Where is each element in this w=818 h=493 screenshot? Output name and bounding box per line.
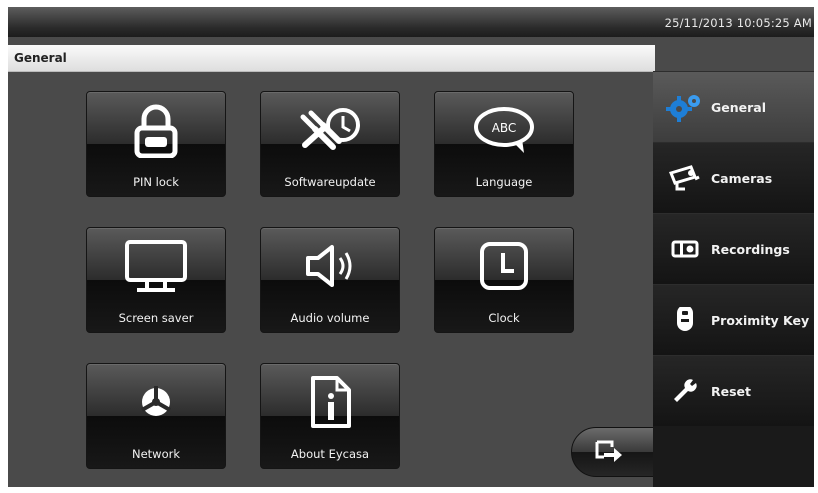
tile-clock[interactable]: Clock	[434, 227, 574, 333]
sidebar-item-reset[interactable]: Reset	[653, 355, 814, 426]
tile-software-update[interactable]: Softwareupdate	[260, 91, 400, 197]
tile-label: Softwareupdate	[284, 175, 376, 189]
sidebar-item-label: General	[711, 99, 766, 115]
tile-language[interactable]: ABC Language	[434, 91, 574, 197]
tile-label: Network	[131, 447, 181, 461]
clock-icon	[480, 242, 528, 290]
tile-label: Language	[475, 175, 533, 189]
camera-icon	[669, 165, 700, 191]
sidebar-item-label: Proximity Key	[711, 312, 810, 328]
tile-label: PIN lock	[133, 175, 179, 189]
sidebar-item-cameras[interactable]: Cameras	[653, 142, 814, 213]
gears-icon	[666, 95, 700, 122]
tile-screen-saver[interactable]: Screen saver	[86, 227, 226, 333]
tile-pin-lock[interactable]: PIN lock	[86, 91, 226, 197]
status-bar: 25/11/2013 10:05:25 AM	[8, 7, 814, 37]
tile-label: About Eycasa	[290, 447, 370, 461]
bubble-text: ABC	[492, 121, 517, 135]
tile-label: Clock	[488, 311, 520, 325]
info-icon	[311, 376, 351, 428]
tools-icon	[300, 108, 360, 150]
tile-label: Screen saver	[118, 311, 194, 325]
title-bar: General	[8, 45, 655, 72]
page-title: General	[14, 51, 67, 65]
sidebar-item-label: Recordings	[711, 241, 790, 257]
network-icon	[141, 386, 171, 416]
sidebar-item-proximity-key[interactable]: Proximity Key	[653, 284, 814, 355]
exit-icon	[595, 440, 622, 462]
monitor-icon	[125, 240, 187, 292]
wrench-icon	[674, 379, 697, 402]
key-fob-icon	[677, 307, 693, 331]
tile-network[interactable]: Network	[86, 363, 226, 469]
sidebar-item-label: Reset	[711, 383, 751, 399]
sidebar-item-label: Cameras	[711, 170, 773, 186]
tile-about[interactable]: About Eycasa	[260, 363, 400, 469]
tile-audio-volume[interactable]: Audio volume	[260, 227, 400, 333]
recording-icon	[671, 240, 699, 258]
tile-label: Audio volume	[290, 311, 370, 325]
speaker-icon	[306, 245, 352, 287]
screen: 25/11/2013 10:05:25 AM General PIN lock …	[8, 7, 814, 487]
sidebar-item-general[interactable]: General	[653, 71, 814, 142]
sidebar-item-recordings[interactable]: Recordings	[653, 213, 814, 284]
datetime: 25/11/2013 10:05:25 AM	[664, 16, 812, 30]
lock-icon	[134, 104, 178, 158]
sidebar: General Cameras Recordings Proximity Key…	[653, 71, 814, 487]
speech-bubble-icon: ABC	[474, 107, 534, 153]
